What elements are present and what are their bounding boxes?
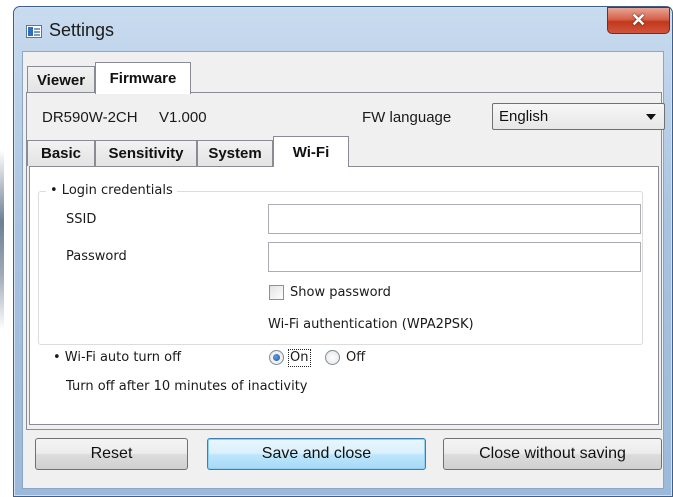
title-bar[interactable]: Settings ✕: [14, 7, 672, 51]
save-button-label: Save and close: [261, 445, 372, 462]
tab-system-label: System: [208, 145, 262, 162]
close-without-saving-button[interactable]: Close without saving: [443, 438, 662, 470]
tab-firmware-label: Firmware: [109, 70, 177, 87]
tab-wifi-label: Wi-Fi: [292, 143, 330, 161]
password-label: Password: [66, 249, 127, 264]
ssid-label: SSID: [66, 212, 97, 227]
fw-language-value: English: [499, 108, 549, 125]
tab-firmware[interactable]: Firmware: [95, 62, 191, 94]
save-and-close-button[interactable]: Save and close: [207, 438, 426, 470]
close-window-button[interactable]: ✕: [607, 7, 670, 34]
ssid-input[interactable]: [268, 204, 641, 234]
tab-wifi[interactable]: Wi-Fi: [273, 136, 349, 167]
show-password-label[interactable]: Show password: [290, 285, 391, 300]
show-password-checkbox[interactable]: [269, 285, 284, 300]
dialog-body: Viewer Firmware DR590W-2CH V1.000 FW lan…: [22, 51, 665, 489]
tab-viewer[interactable]: Viewer: [27, 66, 95, 93]
auto-off-off-radio[interactable]: [325, 350, 340, 365]
login-credentials-legend: • Login credentials: [46, 183, 177, 198]
window-app-icon: [26, 25, 42, 38]
chevron-down-icon: [646, 114, 656, 120]
device-version: V1.000: [159, 109, 207, 126]
close-button-label: Close without saving: [479, 445, 626, 462]
tab-basic-label: Basic: [40, 145, 82, 162]
tab-viewer-label: Viewer: [36, 71, 86, 89]
tab-basic[interactable]: Basic: [27, 140, 95, 166]
wifi-authentication-text: Wi-Fi authentication (WPA2PSK): [268, 317, 474, 332]
fw-language-label: FW language: [362, 109, 452, 126]
wifi-auto-off-label: • Wi-Fi auto turn off: [53, 350, 182, 365]
tab-sensitivity-label: Sensitivity: [108, 145, 184, 162]
auto-off-on-label[interactable]: On: [290, 350, 308, 365]
settings-window: Settings ✕ Viewer Firmware DR590W-2CH V1…: [13, 6, 673, 497]
fw-language-select[interactable]: English: [492, 103, 665, 130]
window-title: Settings: [49, 20, 115, 40]
reset-button-label: Reset: [90, 445, 133, 462]
background-window-edge: [0, 150, 4, 330]
tab-system[interactable]: System: [197, 140, 273, 166]
password-input[interactable]: [268, 242, 641, 272]
reset-button[interactable]: Reset: [35, 438, 188, 470]
close-icon: ✕: [630, 10, 647, 30]
auto-off-description: Turn off after 10 minutes of inactivity: [66, 379, 308, 394]
device-model: DR590W-2CH: [42, 109, 138, 126]
auto-off-off-label[interactable]: Off: [346, 350, 365, 365]
auto-off-on-radio[interactable]: [269, 350, 284, 365]
tab-sensitivity[interactable]: Sensitivity: [95, 140, 197, 166]
